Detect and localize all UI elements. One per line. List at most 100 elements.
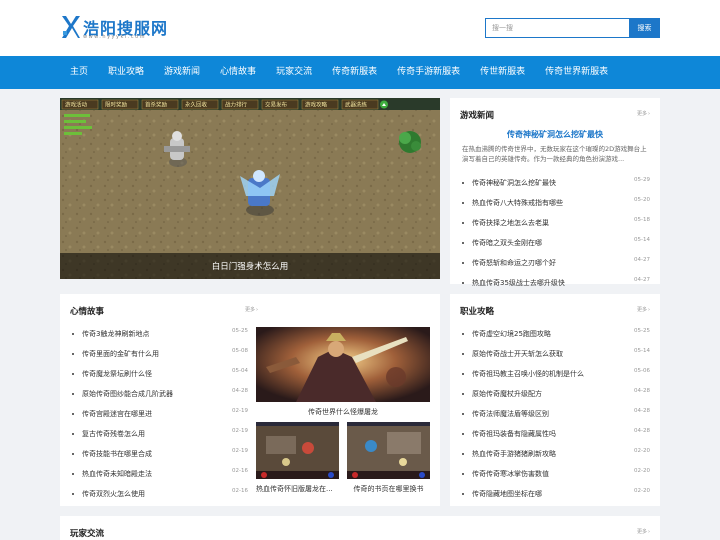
nav-item-chuanshi-servers[interactable]: 传世新服表 bbox=[470, 56, 535, 89]
main-nav: 主页 职业攻略 游戏新闻 心情故事 玩家交流 传奇新服表 传奇手游新服表 传世新… bbox=[0, 56, 720, 89]
banner-menu-item: 永久回收 bbox=[185, 101, 208, 109]
list-item[interactable]: 传奇传奇寒冰掌伤害数值 02-20 bbox=[456, 464, 650, 484]
more-link[interactable]: 更多› bbox=[636, 528, 650, 535]
bullet-icon bbox=[72, 333, 74, 335]
bullet-icon bbox=[462, 473, 464, 475]
chevron-right-icon: › bbox=[256, 307, 258, 313]
more-link[interactable]: 更多› bbox=[244, 306, 258, 313]
stories-panel: 心情故事 更多› 传奇3触龙神刷新地点 05-25 传奇里面的金矿有什么用 05-0… bbox=[60, 294, 440, 506]
list-item[interactable]: 复古传奇残卷怎么用 02-19 bbox=[66, 424, 248, 444]
site-logo[interactable]: 浩阳搜服网 www.hyyyki.com bbox=[61, 14, 171, 44]
news-list: 传奇3触龙神刷新地点 05-25 传奇里面的金矿有什么用 05-08 传奇魔龙祭坛刷… bbox=[66, 324, 248, 504]
panel-title: 职业攻略 bbox=[460, 307, 495, 317]
bullet-icon bbox=[462, 262, 464, 264]
list-item[interactable]: 热血传奇35级战士去哪升级快 04-27 bbox=[456, 273, 650, 293]
list-item[interactable]: 传奇抉择之地怎么去老巢 05-18 bbox=[456, 213, 650, 233]
featured-banner[interactable]: 游戏活动 限时奖励 首杀奖励 永久回收 战力排行 交易发布 游戏攻略 武器洗练 bbox=[60, 98, 440, 279]
bullet-icon bbox=[462, 393, 464, 395]
list-item[interactable]: 热血传奇未知暗殿走法 02-16 bbox=[66, 464, 248, 484]
search-input[interactable] bbox=[485, 18, 629, 38]
banner-menu-item: 游戏活动 bbox=[65, 101, 88, 109]
chevron-right-icon: › bbox=[648, 307, 650, 313]
panel-title: 游戏新闻 bbox=[460, 111, 495, 121]
search-box: 搜索 bbox=[485, 18, 660, 38]
list-item[interactable]: 传奇祖玛教主召唤小怪的机制是什么 05-06 bbox=[456, 364, 650, 384]
banner-menu-item: 首杀奖励 bbox=[145, 101, 168, 109]
game-news-panel: 游戏新闻 更多› 传奇神秘矿洞怎么挖矿最快 在热血沸腾的传奇世界中，无数玩家在这… bbox=[450, 98, 660, 287]
story-picture-a[interactable] bbox=[256, 422, 339, 479]
news-list: 传奇神秘矿洞怎么挖矿最快 05-29 热血传奇八大特殊戒指有哪些 05-20 传奇抉… bbox=[456, 173, 650, 293]
list-item[interactable]: 传奇宫殿迷宫在哪里进 02-19 bbox=[66, 404, 248, 424]
list-item[interactable]: 传奇神秘矿洞怎么挖矿最快 05-29 bbox=[456, 173, 650, 193]
featured-news-title[interactable]: 传奇神秘矿洞怎么挖矿最快 bbox=[450, 129, 660, 140]
player-exchange-panel: 玩家交流 更多› bbox=[60, 516, 660, 540]
bullet-icon bbox=[462, 222, 464, 224]
story-picture-b[interactable] bbox=[347, 422, 430, 479]
bullet-icon bbox=[462, 182, 464, 184]
bullet-icon bbox=[462, 353, 464, 355]
story-picture-main[interactable] bbox=[256, 327, 430, 402]
picture-caption[interactable]: 传奇的书页在哪里换书 bbox=[347, 484, 430, 494]
list-item[interactable]: 传奇隐藏地图坐标在哪 02-20 bbox=[456, 484, 650, 504]
list-item[interactable]: 原始传奇战士开天斩怎么获取 05-14 bbox=[456, 344, 650, 364]
logo-domain: www.hyyyki.com bbox=[83, 34, 146, 40]
list-item[interactable]: 传奇虚空幻境25跑图攻略 05-25 bbox=[456, 324, 650, 344]
bullet-icon bbox=[72, 473, 74, 475]
bullet-icon bbox=[462, 493, 464, 495]
list-item[interactable]: 传奇祖玛装备有隐藏属性吗 04-28 bbox=[456, 424, 650, 444]
more-link[interactable]: 更多› bbox=[636, 306, 650, 313]
bullet-icon bbox=[462, 433, 464, 435]
banner-menu-item: 战力排行 bbox=[225, 101, 248, 109]
bullet-icon bbox=[72, 433, 74, 435]
search-button[interactable]: 搜索 bbox=[629, 18, 660, 38]
list-item[interactable]: 热血传奇八大特殊戒指有哪些 05-20 bbox=[456, 193, 650, 213]
bullet-icon bbox=[462, 202, 464, 204]
list-item[interactable]: 传奇魔龙祭坛刷什么怪 05-04 bbox=[66, 364, 248, 384]
nav-item-game-news[interactable]: 游戏新闻 bbox=[154, 56, 210, 89]
chevron-right-icon: › bbox=[648, 529, 650, 535]
nav-item-legend-servers[interactable]: 传奇新服表 bbox=[322, 56, 387, 89]
warrior-artwork-image bbox=[256, 327, 430, 402]
game-scene-image: 游戏活动 限时奖励 首杀奖励 永久回收 战力排行 交易发布 游戏攻略 武器洗练 bbox=[60, 98, 440, 279]
bullet-icon bbox=[462, 453, 464, 455]
list-item[interactable]: 传奇里面的金矿有什么用 05-08 bbox=[66, 344, 248, 364]
nav-item-home[interactable]: 主页 bbox=[60, 56, 98, 89]
bullet-icon bbox=[462, 242, 464, 244]
banner-menu-item: 限时奖励 bbox=[105, 101, 128, 109]
bullet-icon bbox=[72, 453, 74, 455]
list-item[interactable]: 传奇3触龙神刷新地点 05-25 bbox=[66, 324, 248, 344]
list-item[interactable]: 原始传奇图纱能合成几阶武器 04-28 bbox=[66, 384, 248, 404]
bullet-icon bbox=[72, 393, 74, 395]
more-link[interactable]: 更多› bbox=[636, 110, 650, 117]
bullet-icon bbox=[462, 333, 464, 335]
banner-caption[interactable]: 白日门强身术怎么用 bbox=[60, 260, 440, 272]
nav-item-mobile-servers[interactable]: 传奇手游新服表 bbox=[387, 56, 470, 89]
featured-news-desc: 在热血沸腾的传奇世界中，无数玩家在这个璀璨的2D游戏舞台上演写着自己的英雄传奇。… bbox=[462, 145, 647, 163]
list-item[interactable]: 传奇技能书在哪里合成 02-19 bbox=[66, 444, 248, 464]
site-header: 浩阳搜服网 www.hyyyki.com 搜索 bbox=[0, 0, 720, 56]
bullet-icon bbox=[462, 282, 464, 284]
nav-item-player-exchange[interactable]: 玩家交流 bbox=[266, 56, 322, 89]
strategy-panel: 职业攻略 更多› 传奇虚空幻境25跑图攻略 05-25 原始传奇战士开天斩怎么获取… bbox=[450, 294, 660, 506]
game-screenshot-image bbox=[256, 422, 339, 479]
list-item[interactable]: 热血传奇手游猪猪刷新攻略 02-20 bbox=[456, 444, 650, 464]
nav-item-world-servers[interactable]: 传奇世界新服表 bbox=[535, 56, 618, 89]
banner-menu-item: 交易发布 bbox=[265, 101, 288, 109]
picture-caption[interactable]: 热血传奇怀旧版屠龙在... bbox=[256, 484, 339, 494]
panel-title: 玩家交流 bbox=[70, 529, 105, 539]
bullet-icon bbox=[72, 493, 74, 495]
chevron-right-icon: › bbox=[648, 111, 650, 117]
list-item[interactable]: 传奇怒斩和命运之刃哪个好 04-27 bbox=[456, 253, 650, 273]
list-item[interactable]: 传奇法师魔法盾等级区别 04-28 bbox=[456, 404, 650, 424]
list-item[interactable]: 传奇暗之双头金刚在哪 05-14 bbox=[456, 233, 650, 253]
picture-caption[interactable]: 传奇世界什么怪爆屠龙 bbox=[256, 407, 430, 417]
nav-item-stories[interactable]: 心情故事 bbox=[210, 56, 266, 89]
bullet-icon bbox=[72, 353, 74, 355]
logo-mark-icon bbox=[62, 16, 80, 38]
news-list: 传奇虚空幻境25跑图攻略 05-25 原始传奇战士开天斩怎么获取 05-14 传奇祖… bbox=[456, 324, 650, 504]
list-item[interactable]: 传奇双烈火怎么使用 02-16 bbox=[66, 484, 248, 504]
list-item[interactable]: 原始传奇魔杖升级配方 04-28 bbox=[456, 384, 650, 404]
bullet-icon bbox=[72, 373, 74, 375]
banner-menu-item: 游戏攻略 bbox=[305, 101, 328, 109]
nav-item-career-guide[interactable]: 职业攻略 bbox=[98, 56, 154, 89]
